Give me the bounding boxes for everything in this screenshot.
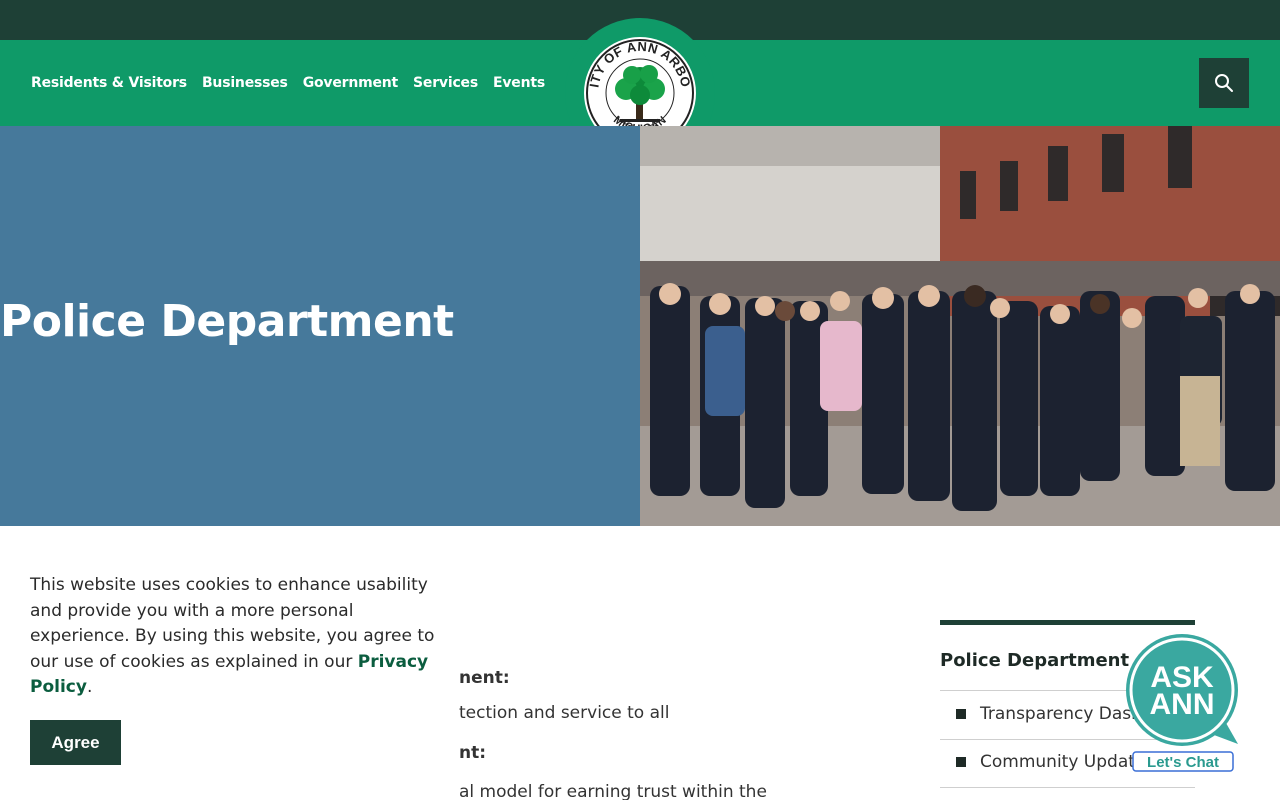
bullet-square-icon bbox=[956, 709, 966, 719]
page-title: Police Department bbox=[0, 296, 454, 347]
hero-title-panel: Police Department bbox=[0, 126, 640, 526]
chat-line-2: ANN bbox=[1150, 688, 1215, 721]
primary-nav: Residents & Visitors Businesses Governme… bbox=[31, 40, 545, 126]
cookie-text-end: . bbox=[86, 677, 93, 697]
chat-cta: Let's Chat bbox=[1147, 754, 1219, 771]
sidebar-item-label: Transparency Dash bbox=[980, 704, 1142, 724]
agree-button[interactable]: Agree bbox=[30, 720, 121, 765]
content-text-vision: al model for earning trust within the bbox=[459, 782, 767, 800]
sidebar-title: Police Department bbox=[940, 650, 1130, 671]
search-button[interactable] bbox=[1199, 58, 1249, 108]
nav-government[interactable]: Government bbox=[303, 75, 399, 91]
content-heading-mission: nent: bbox=[459, 668, 510, 688]
sidebar-item-transparency-dashboard[interactable]: Transparency Dash bbox=[956, 704, 1142, 724]
ask-ann-chat-button[interactable]: ASK ANN Let's Chat bbox=[1122, 632, 1244, 774]
hero-photo bbox=[640, 126, 1280, 526]
nav-events[interactable]: Events bbox=[493, 75, 545, 91]
sidebar-divider bbox=[940, 787, 1195, 788]
content-heading-vision: nt: bbox=[459, 743, 487, 763]
sidebar-top-rule bbox=[940, 620, 1195, 625]
cookie-message: This website uses cookies to enhance usa… bbox=[30, 573, 435, 701]
search-icon bbox=[1215, 74, 1233, 92]
sidebar-item-label: Community Update bbox=[980, 752, 1146, 772]
nav-services[interactable]: Services bbox=[413, 75, 478, 91]
nav-residents-visitors[interactable]: Residents & Visitors bbox=[31, 75, 187, 91]
nav-businesses[interactable]: Businesses bbox=[202, 75, 288, 91]
content-text-mission: tection and service to all bbox=[459, 703, 670, 723]
cookie-banner: This website uses cookies to enhance usa… bbox=[0, 541, 459, 800]
bullet-square-icon bbox=[956, 757, 966, 767]
sidebar-item-community-update[interactable]: Community Update bbox=[956, 752, 1145, 772]
